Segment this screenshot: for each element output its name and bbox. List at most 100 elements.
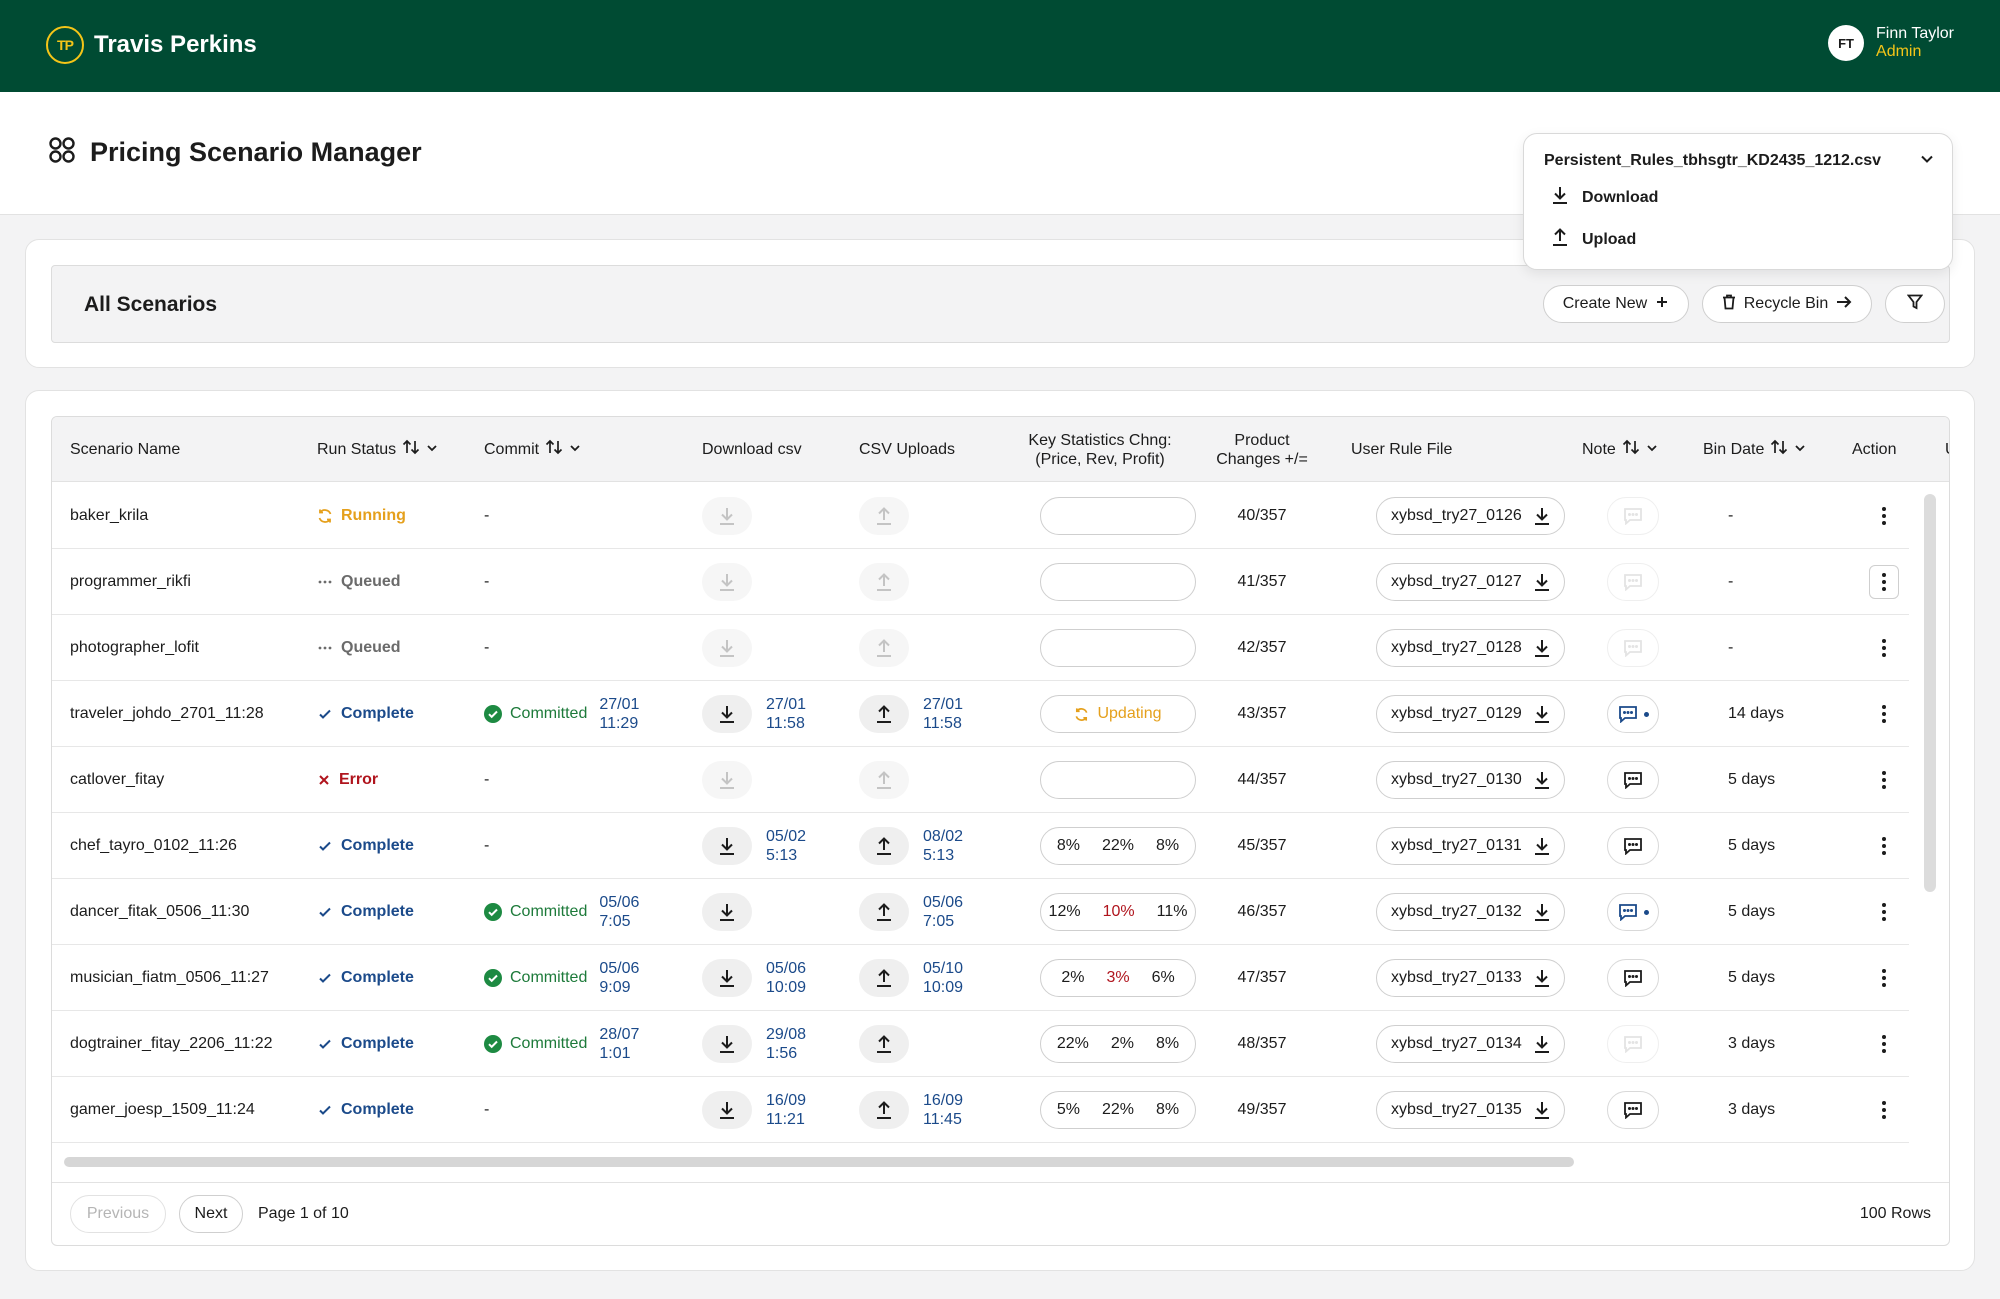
sort-icon[interactable] — [545, 439, 563, 460]
rules-file-select[interactable]: Persistent_Rules_tbhsgtr_KD2435_1212.csv — [1544, 144, 1934, 178]
scenario-name[interactable]: dogtrainer_fitay_2206_11:22 — [70, 1011, 273, 1077]
table-row[interactable]: photographer_lofit Queued - 42/357 xybsd_try… — [52, 615, 1909, 681]
more-actions-button[interactable] — [1869, 697, 1899, 731]
rule-file-download-button[interactable]: xybsd_try27_0130 — [1376, 761, 1565, 799]
note-button[interactable] — [1607, 1091, 1659, 1129]
menu-item-upload[interactable]: Upload — [1552, 228, 1636, 251]
more-actions-button[interactable] — [1869, 961, 1899, 995]
upload-csv-button[interactable] — [859, 959, 909, 997]
table-row[interactable]: musician_fiatm_0506_11:27 Complete Committ… — [52, 945, 1909, 1011]
sort-icon[interactable] — [1622, 439, 1640, 460]
download-csv-button[interactable] — [702, 827, 752, 865]
brand[interactable]: TP Travis Perkins — [46, 26, 257, 64]
menu-item-download[interactable]: Download — [1552, 186, 1658, 209]
more-actions-button[interactable] — [1869, 499, 1899, 533]
table-row[interactable]: dancer_fitak_0506_11:30 Complete Committed… — [52, 879, 1909, 945]
rule-file-download-button[interactable]: xybsd_try27_0135 — [1376, 1091, 1565, 1129]
more-actions-button[interactable] — [1869, 895, 1899, 929]
note-button[interactable] — [1607, 959, 1659, 997]
scenario-name[interactable]: programmer_rikfi — [70, 549, 191, 615]
note-button[interactable] — [1607, 695, 1659, 733]
download-csv-button[interactable] — [702, 893, 752, 931]
rule-file-download-button[interactable]: xybsd_try27_0131 — [1376, 827, 1565, 865]
upload-csv-button[interactable] — [859, 1091, 909, 1129]
upload-csv-button[interactable] — [859, 497, 909, 535]
key-statistics-pill[interactable] — [1040, 563, 1196, 601]
download-csv-button[interactable] — [702, 563, 752, 601]
download-csv-button[interactable] — [702, 959, 752, 997]
table-row[interactable]: baker_krila Running - 40/357 xybsd_try27_012… — [52, 483, 1909, 549]
create-new-button[interactable]: Create New — [1543, 285, 1689, 323]
upload-csv-button[interactable] — [859, 563, 909, 601]
key-statistics-pill[interactable]: 8% 22% 8% — [1040, 827, 1196, 865]
col-run-status[interactable]: Run Status — [317, 417, 438, 482]
rule-file-download-button[interactable]: xybsd_try27_0129 — [1376, 695, 1565, 733]
chevron-down-icon[interactable] — [1794, 440, 1806, 459]
more-actions-button[interactable] — [1869, 1093, 1899, 1127]
horizontal-scrollbar[interactable] — [64, 1157, 1574, 1167]
more-actions-button[interactable] — [1869, 829, 1899, 863]
note-button[interactable] — [1607, 563, 1659, 601]
scenario-name[interactable]: chef_tayro_0102_11:26 — [70, 813, 237, 879]
avatar[interactable]: FT — [1828, 25, 1865, 61]
upload-csv-button[interactable] — [859, 629, 909, 667]
scenario-name[interactable]: photographer_lofit — [70, 615, 199, 681]
chevron-down-icon[interactable] — [569, 440, 581, 459]
more-actions-button[interactable] — [1869, 565, 1899, 599]
key-statistics-pill[interactable] — [1040, 497, 1196, 535]
more-actions-button[interactable] — [1869, 631, 1899, 665]
key-statistics-pill[interactable]: 2% 3% 6% — [1040, 959, 1196, 997]
chevron-down-icon[interactable] — [426, 440, 438, 459]
scenario-name[interactable]: catlover_fitay — [70, 747, 164, 813]
scenario-name[interactable]: gamer_joesp_1509_11:24 — [70, 1077, 255, 1143]
download-csv-button[interactable] — [702, 761, 752, 799]
note-button[interactable] — [1607, 827, 1659, 865]
table-row[interactable]: gamer_joesp_1509_11:24 Complete - 16/09 11:… — [52, 1077, 1909, 1143]
key-statistics-pill[interactable]: 12% 10% 11% — [1040, 893, 1196, 931]
rule-file-download-button[interactable]: xybsd_try27_0134 — [1376, 1025, 1565, 1063]
user-menu[interactable]: FT Finn Taylor Admin — [1828, 25, 1954, 61]
key-statistics-pill[interactable]: 22% 2% 8% — [1040, 1025, 1196, 1063]
col-bin-date[interactable]: Bin Date — [1703, 417, 1806, 482]
download-csv-button[interactable] — [702, 695, 752, 733]
rule-file-download-button[interactable]: xybsd_try27_0132 — [1376, 893, 1565, 931]
note-button[interactable] — [1607, 497, 1659, 535]
upload-csv-button[interactable] — [859, 695, 909, 733]
previous-page-button[interactable]: Previous — [70, 1195, 166, 1233]
col-note[interactable]: Note — [1582, 417, 1658, 482]
note-button[interactable] — [1607, 629, 1659, 667]
table-row[interactable]: catlover_fitay Error - 44/357 xybsd_try27_01… — [52, 747, 1909, 813]
note-button[interactable] — [1607, 1025, 1659, 1063]
filter-button[interactable] — [1885, 285, 1945, 323]
upload-csv-button[interactable] — [859, 827, 909, 865]
sort-icon[interactable] — [1770, 439, 1788, 460]
table-row[interactable]: chef_tayro_0102_11:26 Complete - 05/02 5:13… — [52, 813, 1909, 879]
upload-csv-button[interactable] — [859, 761, 909, 799]
rule-file-download-button[interactable]: xybsd_try27_0133 — [1376, 959, 1565, 997]
chevron-down-icon[interactable] — [1646, 440, 1658, 459]
rule-file-download-button[interactable]: xybsd_try27_0127 — [1376, 563, 1565, 601]
key-statistics-pill[interactable]: 5% 22% 8% — [1040, 1091, 1196, 1129]
table-row[interactable]: dogtrainer_fitay_2206_11:22 Complete Commi… — [52, 1011, 1909, 1077]
rule-file-download-button[interactable]: xybsd_try27_0128 — [1376, 629, 1565, 667]
table-row[interactable]: traveler_johdo_2701_11:28 Complete Committ… — [52, 681, 1909, 747]
note-button[interactable] — [1607, 761, 1659, 799]
upload-csv-button[interactable] — [859, 893, 909, 931]
rules-file-dropdown[interactable]: Persistent_Rules_tbhsgtr_KD2435_1212.csv… — [1523, 133, 1953, 270]
scenario-name[interactable]: dancer_fitak_0506_11:30 — [70, 879, 249, 945]
scenario-name[interactable]: musician_fiatm_0506_11:27 — [70, 945, 269, 1011]
note-button[interactable] — [1607, 893, 1659, 931]
key-statistics-pill[interactable]: Updating — [1040, 695, 1196, 733]
recycle-bin-button[interactable]: Recycle Bin — [1702, 285, 1872, 323]
download-csv-button[interactable] — [702, 629, 752, 667]
key-statistics-pill[interactable] — [1040, 629, 1196, 667]
table-row[interactable]: programmer_rikfi Queued - 41/357 xybsd_try27… — [52, 549, 1909, 615]
next-page-button[interactable]: Next — [179, 1195, 243, 1233]
sort-icon[interactable] — [402, 439, 420, 460]
col-commit[interactable]: Commit — [484, 417, 581, 482]
scenario-name[interactable]: baker_krila — [70, 483, 148, 549]
more-actions-button[interactable] — [1869, 1027, 1899, 1061]
rule-file-download-button[interactable]: xybsd_try27_0126 — [1376, 497, 1565, 535]
key-statistics-pill[interactable] — [1040, 761, 1196, 799]
upload-csv-button[interactable] — [859, 1025, 909, 1063]
